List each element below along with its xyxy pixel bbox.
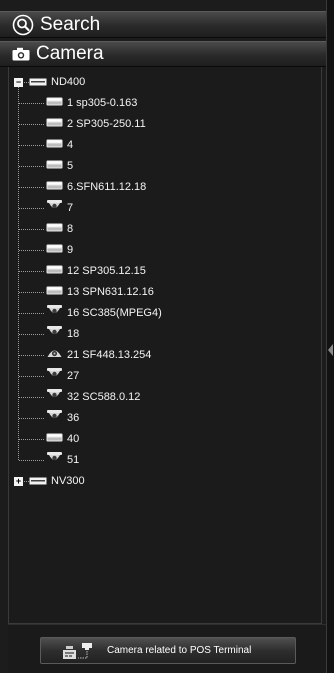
tree-connector [19,376,44,377]
camera-item[interactable]: 9 [46,241,73,259]
camera-item[interactable]: 6.SFN611.12.18 [46,178,146,196]
camera-label: 9 [67,244,74,256]
group-label: ND400 [51,76,86,88]
panel-collapse-tab[interactable] [326,0,334,673]
dome-camera-icon [46,367,63,385]
camera-label: 6.SFN611.12.18 [67,181,147,193]
camera-tree[interactable]: − ND400 1 sp305-0.163 2 SP305-250.11 4 5 6.SFN… [8,67,322,624]
magnifier-icon [12,14,34,35]
pos-button-label: Camera related to POS Terminal [107,645,252,656]
camera-pos-terminal-button[interactable]: Camera related to POS Terminal [40,637,296,664]
box-camera-icon [46,178,63,196]
camera-label: 32 SC588.0.12 [67,391,141,403]
box-camera-icon [46,220,63,238]
dome-camera-icon [46,388,63,406]
tree-connector [19,334,44,335]
tree-trunk-line [18,87,19,460]
camera-header[interactable]: Camera [0,41,326,67]
camera-item[interactable]: 5 [46,157,73,175]
dome-camera-icon [46,451,63,469]
camera-item[interactable]: 7 [46,199,73,217]
camera-label: 1 sp305-0.163 [67,97,138,109]
tree-connector [19,271,44,272]
tree-group-nd400[interactable]: − ND400 [14,73,85,91]
tree-connector [19,460,44,461]
tree-connector [19,355,44,356]
tree-connector [19,166,44,167]
footer-bar: Camera related to POS Terminal [8,624,326,673]
tree-connector [19,418,44,419]
camera-item[interactable]: 21 SF448.13.254 [46,346,151,364]
search-header[interactable]: Search [0,11,326,38]
tree-connector [19,397,44,398]
expand-toggle-icon[interactable]: + [14,476,23,486]
camera-title: Camera [36,43,104,64]
camera-item[interactable]: 1 sp305-0.163 [46,94,137,112]
camera-label: 16 SC385(MPEG4) [67,307,162,319]
tree-connector [19,208,44,209]
camera-item[interactable]: 51 [46,451,79,469]
tree-connector [19,124,44,125]
tree-group-nv300[interactable]: + NV300 [14,472,85,490]
group-label: NV300 [51,475,85,487]
box-camera-icon [46,115,63,133]
camera-item[interactable]: 4 [46,136,73,154]
box-camera-icon [46,430,63,448]
collapse-arrow-icon [328,344,333,356]
camera-label: 36 [67,412,80,424]
tree-connector [19,250,44,251]
camera-item[interactable]: 32 SC588.0.12 [46,388,140,406]
dome-camera-icon [46,409,63,427]
recorder-icon [29,73,47,91]
camera-label: 4 [67,139,74,151]
tree-connector [19,313,44,314]
box-camera-icon [46,283,63,301]
camera-item[interactable]: 13 SPN631.12.16 [46,283,154,301]
dome-camera-icon [46,325,63,343]
camera-label: 27 [67,370,80,382]
tree-connector [19,103,44,104]
box-camera-icon [46,136,63,154]
box-camera-icon [46,94,63,112]
camera-item[interactable]: 36 [46,409,79,427]
fisheye-camera-icon [46,346,63,364]
camera-item[interactable]: 2 SP305-250.11 [46,115,146,133]
camera-icon [12,47,30,61]
camera-item[interactable]: 27 [46,367,79,385]
dome-camera-icon [46,199,63,217]
search-title: Search [40,13,101,35]
camera-label: 13 SPN631.12.16 [67,286,154,298]
box-camera-icon [46,262,63,280]
dome-camera-icon [46,304,63,322]
camera-label: 2 SP305-250.11 [67,118,146,130]
recorder-icon [29,472,47,490]
tree-connector [19,292,44,293]
camera-label: 18 [67,328,80,340]
camera-label: 40 [67,433,80,445]
camera-item[interactable]: 18 [46,325,79,343]
tree-connector [19,145,44,146]
camera-item[interactable]: 12 SP305.12.15 [46,262,146,280]
camera-label: 21 SF448.13.254 [67,349,152,361]
collapse-toggle-icon[interactable]: − [14,77,23,87]
tree-connector [19,229,44,230]
camera-label: 5 [67,160,74,172]
camera-label: 12 SP305.12.15 [67,265,146,277]
camera-item[interactable]: 8 [46,220,73,238]
camera-label: 8 [67,223,74,235]
pos-terminal-icon [63,642,92,659]
camera-label: 51 [67,454,80,466]
camera-item[interactable]: 16 SC385(MPEG4) [46,304,162,322]
tree-connector [19,439,44,440]
box-camera-icon [46,241,63,259]
camera-label: 7 [67,202,74,214]
box-camera-icon [46,157,63,175]
camera-item[interactable]: 40 [46,430,79,448]
tree-connector [19,187,44,188]
